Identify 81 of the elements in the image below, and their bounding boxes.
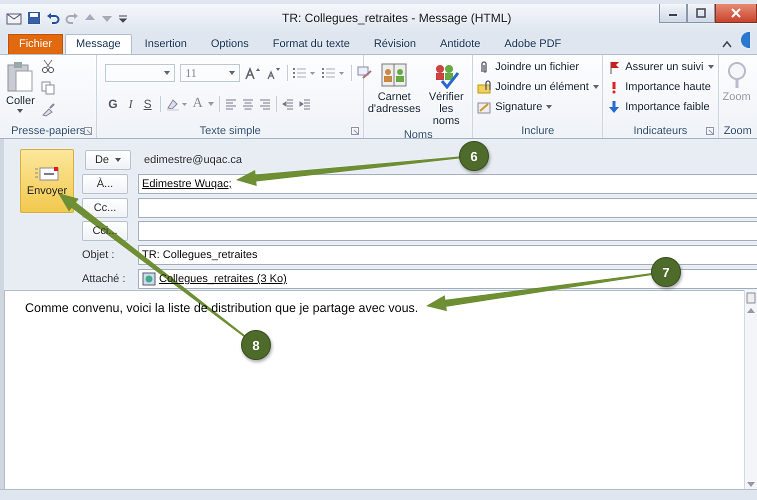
ribbon-tab[interactable]: Insertion [134, 34, 198, 54]
field-label: Attaché : [82, 273, 126, 286]
window-title: TR: Collegues_retraites - Message (HTML) [281, 11, 512, 25]
scroll-up-icon [746, 306, 756, 314]
ribbon-button[interactable]: Importance haute [607, 79, 714, 95]
ruler-icon [746, 292, 756, 304]
scissors-icon[interactable] [40, 59, 55, 73]
address-book-button[interactable]: Carnet d'adresses [368, 59, 420, 117]
subject-field[interactable]: TR: Collegues_retraites [138, 245, 757, 266]
envelope-icon[interactable] [6, 11, 22, 25]
address-book-icon [380, 61, 408, 89]
highlight-icon[interactable] [166, 97, 188, 111]
check-names-button[interactable]: Vérifier les noms [424, 59, 468, 129]
group-label: Noms [404, 129, 433, 141]
ribbon-button[interactable]: Signature [477, 99, 599, 115]
group-label: Presse-papiers [11, 124, 86, 136]
caret-icon [229, 71, 236, 75]
caret-icon [164, 71, 170, 75]
sender-address: edimestre@uqac.ca [143, 154, 242, 166]
ribbon-tab[interactable]: Options [200, 34, 260, 54]
send-button[interactable]: Envoyer [20, 149, 74, 213]
grow-font-icon[interactable] [245, 66, 262, 80]
signature-icon [477, 100, 492, 114]
message-text: Comme convenu, voici la liste de distribution que je partage avec vous. [25, 301, 420, 315]
styles-icon[interactable] [357, 66, 374, 80]
field-label: Objet : [82, 249, 116, 262]
recipient-field[interactable] [138, 221, 757, 242]
down-arrow-icon [607, 100, 622, 114]
clipboard-icon [6, 61, 34, 93]
envelope-icon [34, 166, 60, 182]
scrollbar[interactable] [744, 290, 757, 489]
ribbon-tab[interactable]: Révision [362, 34, 428, 54]
attachment-icon [142, 272, 156, 286]
copy-icon[interactable] [40, 81, 55, 95]
envelope-paperclip-icon [477, 80, 492, 94]
underline-button[interactable]: S [140, 97, 155, 111]
ribbon-tab[interactable]: Message [65, 34, 132, 54]
close-button[interactable] [715, 4, 757, 23]
italic-button[interactable]: I [126, 96, 136, 112]
undo-icon[interactable] [46, 11, 60, 25]
minimize-button[interactable] [659, 4, 687, 23]
caret-icon[interactable] [208, 102, 214, 106]
recipient-button[interactable]: À... [82, 174, 128, 194]
ribbon-tab[interactable]: Format du texte [262, 34, 361, 54]
from-button[interactable]: De [85, 150, 131, 170]
redo-icon[interactable] [65, 11, 79, 25]
ribbon-button[interactable]: Joindre un fichier [477, 59, 599, 75]
group-label: Texte simple [200, 124, 261, 136]
brush-icon[interactable] [40, 103, 55, 117]
ribbon-button[interactable]: Importance faible [607, 99, 714, 115]
ribbon-button[interactable]: Assurer un suivi [607, 59, 714, 75]
caret-icon [17, 109, 24, 113]
align-right-icon[interactable] [258, 98, 271, 110]
ribbon-button[interactable]: Joindre un élément [477, 79, 599, 95]
recipient-field[interactable] [138, 198, 757, 218]
ribbon-tab[interactable]: Adobe PDF [493, 34, 572, 54]
recipient-button[interactable]: Cc... [82, 198, 128, 218]
align-center-icon[interactable] [242, 98, 254, 110]
group-label: Indicateurs [633, 124, 688, 136]
bold-button[interactable]: G [105, 97, 121, 111]
dialog-launcher-icon[interactable] [84, 127, 92, 135]
bullets-icon[interactable] [293, 67, 318, 79]
caret-icon [115, 158, 122, 162]
dialog-launcher-icon[interactable] [706, 127, 714, 135]
group-label: Inclure [521, 124, 554, 136]
ribbon-tab[interactable]: Antidote [429, 34, 492, 54]
recipient-field[interactable]: Edimestre Wuqac; [138, 174, 757, 194]
font-size-dropdown[interactable]: 11 [180, 64, 240, 82]
collapse-ribbon-icon[interactable] [722, 40, 732, 48]
dialog-launcher-icon[interactable] [351, 127, 360, 135]
paste-button[interactable]: Coller [4, 59, 37, 115]
close-icon [731, 8, 741, 18]
align-left-icon[interactable] [224, 98, 237, 110]
maximize-icon [696, 8, 706, 18]
shrink-font-icon[interactable] [266, 66, 282, 80]
increase-indent-icon[interactable] [298, 98, 311, 110]
group-label: Zoom [724, 124, 752, 136]
maximize-button[interactable] [687, 4, 715, 23]
numbering-icon[interactable] [322, 67, 346, 79]
save-icon[interactable] [27, 11, 41, 25]
decrease-indent-icon[interactable] [282, 98, 294, 110]
